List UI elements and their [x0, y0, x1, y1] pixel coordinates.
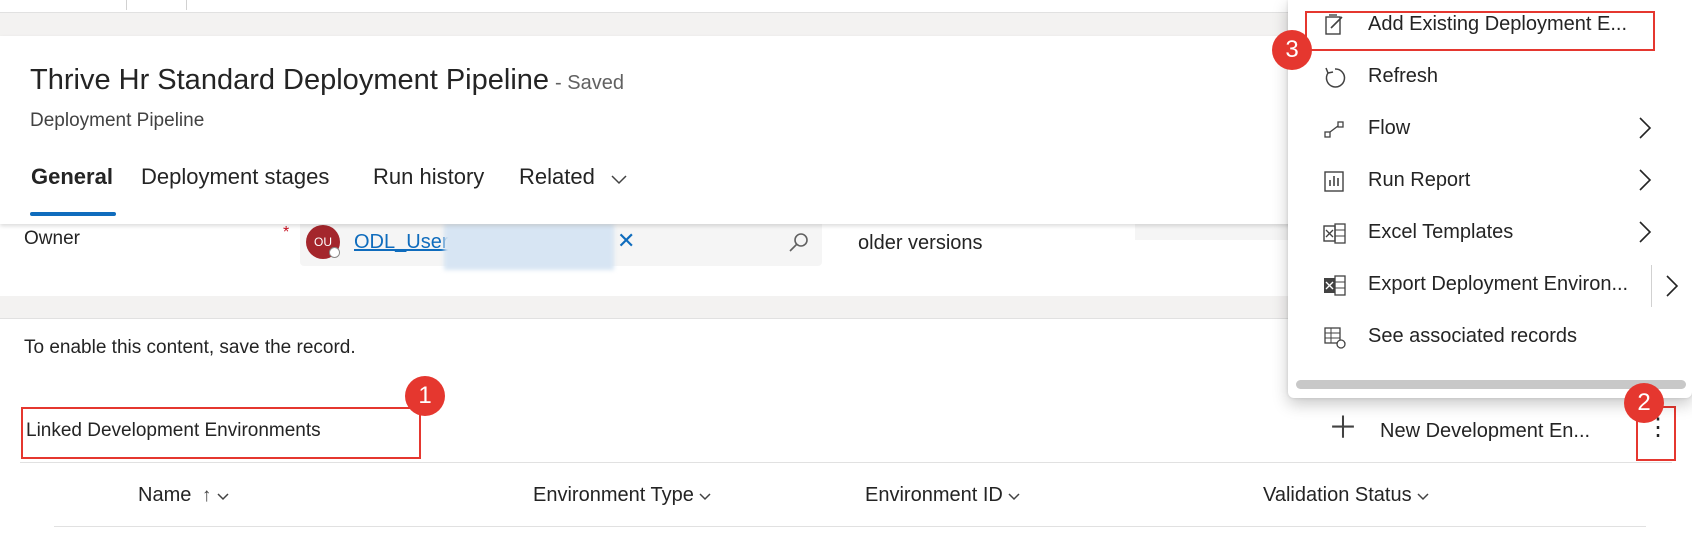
tab-related-label: Related [519, 164, 595, 189]
grid-divider [20, 462, 1672, 463]
flow-icon [1322, 117, 1348, 143]
menu-item-run-report[interactable]: Run Report [1288, 156, 1692, 208]
entity-name: Deployment Pipeline [30, 110, 205, 131]
active-tab-indicator [30, 212, 116, 216]
column-validation-status-label: Validation Status [1263, 484, 1412, 506]
menu-item-excel-templates[interactable]: Excel Templates [1288, 208, 1692, 260]
search-icon[interactable] [787, 230, 811, 259]
chevron-down-icon [611, 165, 627, 191]
tab-related[interactable]: Related [519, 164, 627, 191]
chevron-right-icon [1638, 168, 1652, 197]
owner-link[interactable]: ODL_User [354, 231, 448, 254]
record-title: Thrive Hr Standard Deployment Pipeline [30, 64, 550, 96]
tab-general[interactable]: General [31, 164, 113, 190]
clear-owner-icon[interactable]: ✕ [617, 228, 635, 254]
presence-status-icon [329, 247, 340, 258]
grid-divider [54, 526, 1646, 527]
chevron-right-icon[interactable] [1665, 274, 1679, 303]
redacted-username [444, 224, 614, 270]
menu-item-label: Flow [1368, 117, 1411, 139]
menu-item-refresh[interactable]: Refresh [1288, 52, 1692, 104]
highlight-box-1 [21, 407, 421, 459]
sort-ascending-icon: ↑ [201, 485, 212, 506]
page-title: Thrive Hr Standard Deployment Pipeline - … [30, 64, 624, 97]
record-header: Thrive Hr Standard Deployment Pipeline - … [0, 36, 1300, 224]
menu-item-label: Excel Templates [1368, 221, 1514, 243]
column-header-environment-type[interactable]: Environment Type [533, 484, 711, 507]
column-header-validation-status[interactable]: Validation Status [1263, 484, 1429, 507]
annotation-badge-1: 1 [405, 376, 445, 416]
menu-item-flow[interactable]: Flow [1288, 104, 1692, 156]
plus-icon[interactable]: ＋ [1328, 414, 1358, 444]
tab-deployment-stages[interactable]: Deployment stages [141, 164, 329, 190]
chevron-down-icon [1008, 484, 1020, 506]
menu-item-export-deployment-environments[interactable]: Export Deployment Environ... [1288, 260, 1692, 312]
report-icon [1322, 169, 1348, 195]
chevron-right-icon [1638, 220, 1652, 249]
associated-records-icon [1322, 325, 1348, 351]
strip-divider [186, 0, 187, 10]
required-marker: * [283, 224, 290, 241]
save-notice: To enable this content, save the record. [24, 337, 356, 358]
split-button-divider [1651, 265, 1652, 307]
chevron-right-icon [1638, 116, 1652, 145]
annotation-badge-2: 2 [1624, 383, 1664, 423]
column-environment-type-label: Environment Type [533, 484, 694, 506]
excel-templates-icon [1322, 221, 1348, 247]
chevron-down-icon [699, 484, 711, 506]
menu-item-label: Run Report [1368, 169, 1471, 191]
chevron-down-icon [1417, 484, 1429, 506]
menu-scrollbar[interactable] [1296, 380, 1686, 389]
save-status: - Saved [555, 72, 624, 94]
owner-label: Owner [24, 228, 80, 249]
menu-item-see-associated-records[interactable]: See associated records [1288, 312, 1692, 364]
chevron-down-icon [217, 484, 229, 506]
menu-item-label: Export Deployment Environ... [1368, 273, 1629, 295]
older-versions-text: older versions [858, 232, 983, 254]
highlight-box-3 [1305, 11, 1655, 51]
column-name-label: Name [138, 484, 192, 506]
column-header-name[interactable]: Name ↑ [138, 484, 229, 507]
new-development-environment-button[interactable]: New Development En... [1380, 420, 1590, 443]
strip-divider [126, 0, 127, 10]
menu-item-label: Refresh [1368, 65, 1439, 87]
menu-item-label: See associated records [1368, 325, 1578, 347]
tab-run-history[interactable]: Run history [373, 164, 484, 190]
annotation-badge-3: 3 [1272, 30, 1312, 70]
column-header-environment-id[interactable]: Environment ID [865, 484, 1020, 507]
column-environment-id-label: Environment ID [865, 484, 1003, 506]
excel-export-icon [1322, 273, 1348, 299]
refresh-icon [1322, 65, 1348, 91]
